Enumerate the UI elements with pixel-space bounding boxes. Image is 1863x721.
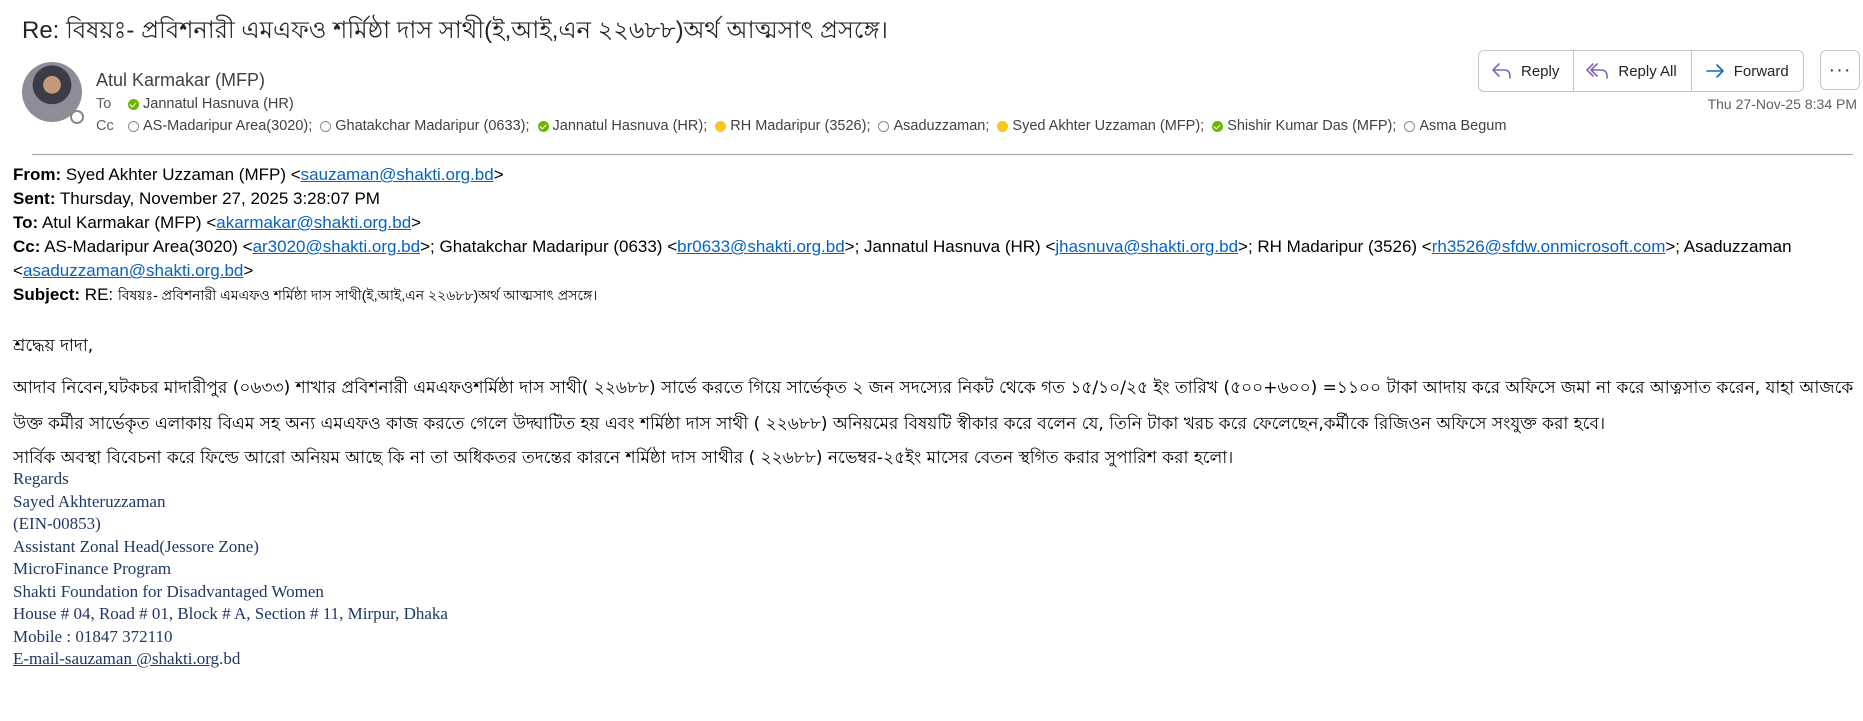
cc-recipient[interactable]: Asma Begum <box>1402 118 1506 134</box>
cc-recipient[interactable]: Shishir Kumar Das (MFP); <box>1210 118 1402 134</box>
presence-away-icon <box>997 120 1009 132</box>
quoted-from-line: From: Syed Akhter Uzzaman (MFP) <sauzama… <box>13 165 504 184</box>
email-signature: Regards Sayed Akhteruzzaman (EIN-00853) … <box>13 468 448 671</box>
message-actions: Reply Reply All Forward <box>1478 50 1804 92</box>
reply-all-button[interactable]: Reply All <box>1574 51 1692 91</box>
presence-offline-icon <box>70 110 84 124</box>
signature-line: Shakti Foundation for Disadvantaged Wome… <box>13 581 324 601</box>
cc-name: >; Ghatakchar Madaripur (0633) < <box>420 237 678 256</box>
signature-line: House # 04, Road # 01, Block # A, Sectio… <box>13 604 448 623</box>
signature-line: Sayed Akhteruzzaman <box>13 491 166 511</box>
quoted-cc-line: Cc: AS-Madaripur Area(3020) <ar3020@shak… <box>13 237 1792 280</box>
cc-email-link[interactable]: jhasnuva@shakti.org.bd <box>1055 237 1238 256</box>
reply-all-icon <box>1586 63 1609 79</box>
quoted-sent-line: Sent: Thursday, November 27, 2025 3:28:0… <box>13 187 1858 211</box>
cc-email-link[interactable]: ar3020@shakti.org.bd <box>253 237 421 256</box>
signature-email-link[interactable]: E-mail-sauzaman @shakti.org <box>13 649 219 668</box>
sender-avatar[interactable] <box>22 62 84 124</box>
signature-line: Mobile : 01847 372110 <box>13 626 173 646</box>
signature-email-suffix: .bd <box>219 649 241 668</box>
presence-offline-icon <box>320 120 332 132</box>
email-subject: Re: বিষয়ঃ- প্রবিশনারী এমএফও শর্মিষ্ঠা দ… <box>22 17 888 44</box>
cc-email-link[interactable]: rh3526@sfdw.onmicrosoft.com <box>1432 237 1666 256</box>
cc-recipient[interactable]: Jannatul Hasnuva (HR); <box>536 118 714 134</box>
cc-email-link[interactable]: asaduzzaman@shakti.org.bd <box>23 261 243 280</box>
to-label: To <box>96 96 112 112</box>
recipient-name: Shishir Kumar Das (MFP); <box>1227 118 1397 134</box>
from-name: Syed Akhter Uzzaman (MFP) < <box>61 165 301 184</box>
from-label: From: <box>13 165 62 184</box>
message-timestamp: Thu 27-Nov-25 8:34 PM <box>1707 96 1857 112</box>
body-paragraph: আদাব নিবেন,ঘটকচর মাদারীপুর (০৬৩৩) শাখার … <box>13 378 1854 434</box>
recipient-name: Asma Begum <box>1419 118 1507 134</box>
presence-offline-icon <box>878 120 890 132</box>
recipient-name: Jannatul Hasnuva (HR); <box>552 118 708 134</box>
presence-available-icon <box>1212 120 1224 132</box>
sent-value: Thursday, November 27, 2025 3:28:07 PM <box>55 189 380 208</box>
reply-all-label: Reply All <box>1618 62 1677 80</box>
presence-offline-icon <box>128 120 139 132</box>
cc-recipient[interactable]: Syed Akhter Uzzaman (MFP); <box>995 118 1210 134</box>
cc-recipient[interactable]: Ghatakchar Madaripur (0633); <box>318 118 535 134</box>
reply-icon <box>1492 63 1511 79</box>
forward-icon <box>1705 64 1724 78</box>
presence-available-icon <box>537 120 549 132</box>
to-row: To Jannatul Hasnuva (HR) <box>96 96 294 112</box>
to-name: Atul Karmakar (MFP) < <box>38 213 217 232</box>
presence-available-icon <box>128 98 139 110</box>
body-greeting: শ্রদ্ধেয় দাদা, <box>13 336 94 356</box>
cc-row: Cc AS-Madaripur Area(3020); Ghatakchar M… <box>96 118 1506 134</box>
subject-prefix: RE: <box>80 285 118 304</box>
signature-line: (EIN-00853) <box>13 514 101 533</box>
sent-label: Sent: <box>13 189 56 208</box>
more-actions-button[interactable]: ··· <box>1820 50 1860 90</box>
cc-recipient[interactable]: RH Madaripur (3526); <box>713 118 876 134</box>
recipient-name: Jannatul Hasnuva (HR) <box>143 96 294 112</box>
cc-email-link[interactable]: br0633@shakti.org.bd <box>677 237 845 256</box>
from-email-link[interactable]: sauzaman@shakti.org.bd <box>301 165 494 184</box>
cc-name: >; RH Madaripur (3526) < <box>1238 237 1432 256</box>
to-label: To: <box>13 213 39 232</box>
cc-name: >; Jannatul Hasnuva (HR) < <box>844 237 1056 256</box>
more-icon: ··· <box>1828 58 1852 81</box>
signature-line: MicroFinance Program <box>13 559 172 578</box>
quoted-subject-line: Subject: RE: বিষয়ঃ- প্রবিশনারী এমএফও শর… <box>13 283 1858 307</box>
signature-email-line: E-mail-sauzaman @shakti.org.bd <box>13 648 448 671</box>
message-body: শ্রদ্ধেয় দাদা, আদাব নিবেন,ঘটকচর মাদারীপ… <box>13 334 1855 474</box>
recipient-name: AS-Madaripur Area(3020); <box>143 118 313 134</box>
cc-recipient[interactable]: AS-Madaripur Area(3020); <box>126 118 318 134</box>
quoted-header: From: Syed Akhter Uzzaman (MFP) <sauzama… <box>13 163 1858 307</box>
recipient-name: Ghatakchar Madaripur (0633); <box>335 118 530 134</box>
cc-label: Cc: <box>13 237 41 256</box>
recipient-name: Syed Akhter Uzzaman (MFP); <box>1012 118 1205 134</box>
quote-divider <box>32 154 1853 155</box>
reply-button[interactable]: Reply <box>1479 51 1575 91</box>
quoted-subject-value: বিষয়ঃ- প্রবিশনারী এমএফও শর্মিষ্ঠা দাস স… <box>117 287 598 303</box>
subject-label: Subject: <box>13 285 81 304</box>
sender-name[interactable]: Atul Karmakar (MFP) <box>96 70 265 91</box>
recipient-name: Asaduzzaman; <box>893 118 990 134</box>
signature-line: Regards <box>13 469 69 488</box>
presence-away-icon <box>715 120 727 132</box>
quoted-to-line: To: Atul Karmakar (MFP) <akarmakar@shakt… <box>13 213 422 232</box>
cc-name: AS-Madaripur Area(3020) < <box>40 237 253 256</box>
signature-line: Assistant Zonal Head(Jessore Zone) <box>13 536 259 556</box>
presence-offline-icon <box>1404 120 1416 132</box>
recipient-name: RH Madaripur (3526); <box>730 118 871 134</box>
to-recipient[interactable]: Jannatul Hasnuva (HR) <box>126 96 294 112</box>
reply-label: Reply <box>1521 62 1560 80</box>
cc-recipient[interactable]: Asaduzzaman; <box>876 118 995 134</box>
cc-label: Cc <box>96 118 114 134</box>
forward-button[interactable]: Forward <box>1692 51 1803 91</box>
forward-label: Forward <box>1733 62 1789 80</box>
to-email-link[interactable]: akarmakar@shakti.org.bd <box>216 213 411 232</box>
